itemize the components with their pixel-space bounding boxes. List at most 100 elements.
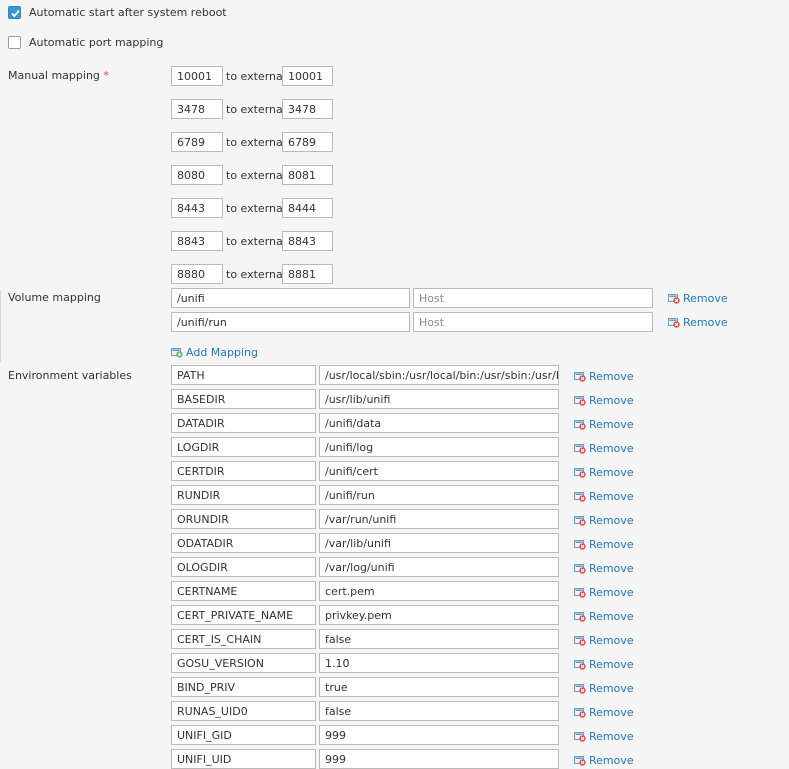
env-name-input[interactable]: LOGDIR: [171, 437, 316, 457]
env-name-input[interactable]: CERT_IS_CHAIN: [171, 629, 316, 649]
internal-port-input[interactable]: 8843: [171, 231, 223, 251]
remove-env-button[interactable]: Remove: [574, 418, 634, 431]
remove-env-button[interactable]: Remove: [574, 490, 634, 503]
remove-env-button[interactable]: Remove: [574, 538, 634, 551]
internal-port-input[interactable]: 8443: [171, 198, 223, 218]
env-value-input[interactable]: 999: [319, 749, 559, 769]
external-port-input[interactable]: 8444: [282, 198, 333, 218]
remove-env-button[interactable]: Remove: [574, 394, 634, 407]
remove-label: Remove: [589, 682, 634, 695]
remove-env-button[interactable]: Remove: [574, 370, 634, 383]
env-name-input[interactable]: CERT_PRIVATE_NAME: [171, 605, 316, 625]
remove-label: Remove: [589, 634, 634, 647]
remove-label: Remove: [589, 490, 634, 503]
remove-icon: [574, 467, 586, 478]
remove-env-button[interactable]: Remove: [574, 586, 634, 599]
remove-volume-button[interactable]: Remove: [668, 316, 728, 329]
auto-port-checkbox[interactable]: [8, 36, 21, 49]
env-name-input[interactable]: RUNAS_UID0: [171, 701, 316, 721]
auto-port-label: Automatic port mapping: [29, 36, 164, 49]
remove-env-button[interactable]: Remove: [574, 514, 634, 527]
env-name-input[interactable]: OLOGDIR: [171, 557, 316, 577]
env-name-input[interactable]: ODATADIR: [171, 533, 316, 553]
remove-env-button[interactable]: Remove: [574, 730, 634, 743]
remove-env-button[interactable]: Remove: [574, 610, 634, 623]
external-port-input[interactable]: 10001: [282, 66, 333, 86]
add-mapping-label: Add Mapping: [186, 346, 258, 359]
env-name-input[interactable]: CERTDIR: [171, 461, 316, 481]
remove-label: Remove: [683, 316, 728, 329]
env-name-input[interactable]: GOSU_VERSION: [171, 653, 316, 673]
remove-label: Remove: [589, 610, 634, 623]
env-value-input[interactable]: /usr/lib/unifi: [319, 389, 559, 409]
env-value-input[interactable]: /var/lib/unifi: [319, 533, 559, 553]
remove-env-button[interactable]: Remove: [574, 562, 634, 575]
section-divider: [0, 290, 1, 362]
env-value-input[interactable]: /unifi/cert: [319, 461, 559, 481]
env-value-input[interactable]: true: [319, 677, 559, 697]
remove-icon: [574, 683, 586, 694]
env-value-input[interactable]: /usr/local/sbin:/usr/local/bin:/usr/sbin…: [319, 365, 559, 385]
container-path-input[interactable]: /unifi/run: [171, 312, 410, 332]
add-mapping-link[interactable]: Add Mapping: [171, 346, 258, 359]
remove-env-button[interactable]: Remove: [574, 754, 634, 767]
env-value-input[interactable]: privkey.pem: [319, 605, 559, 625]
external-port-input[interactable]: 8881: [282, 264, 333, 284]
remove-icon: [574, 659, 586, 670]
to-external-label: to external: [226, 103, 286, 116]
remove-icon: [668, 317, 680, 328]
remove-env-button[interactable]: Remove: [574, 682, 634, 695]
remove-env-button[interactable]: Remove: [574, 634, 634, 647]
env-value-input[interactable]: cert.pem: [319, 581, 559, 601]
remove-label: Remove: [589, 730, 634, 743]
internal-port-input[interactable]: 6789: [171, 132, 223, 152]
external-port-input[interactable]: 8843: [282, 231, 333, 251]
env-name-input[interactable]: RUNDIR: [171, 485, 316, 505]
internal-port-input[interactable]: 10001: [171, 66, 223, 86]
env-value-input[interactable]: /unifi/data: [319, 413, 559, 433]
remove-label: Remove: [589, 370, 634, 383]
external-port-input[interactable]: 8081: [282, 165, 333, 185]
remove-icon: [574, 611, 586, 622]
remove-icon: [574, 539, 586, 550]
manual-mapping-label-text: Manual mapping: [8, 69, 100, 82]
to-external-label: to external: [226, 202, 286, 215]
env-name-input[interactable]: PATH: [171, 365, 316, 385]
env-value-input[interactable]: 1.10: [319, 653, 559, 673]
remove-icon: [574, 563, 586, 574]
host-path-input[interactable]: Host: [413, 288, 653, 308]
to-external-label: to external: [226, 169, 286, 182]
env-name-input[interactable]: DATADIR: [171, 413, 316, 433]
env-name-input[interactable]: BIND_PRIV: [171, 677, 316, 697]
env-value-input[interactable]: /unifi/log: [319, 437, 559, 457]
env-name-input[interactable]: UNIFI_UID: [171, 749, 316, 769]
env-value-input[interactable]: /var/log/unifi: [319, 557, 559, 577]
external-port-input[interactable]: 3478: [282, 99, 333, 119]
external-port-input[interactable]: 6789: [282, 132, 333, 152]
env-name-input[interactable]: ORUNDIR: [171, 509, 316, 529]
env-value-input[interactable]: false: [319, 701, 559, 721]
internal-port-input[interactable]: 8880: [171, 264, 223, 284]
environment-variables-label: Environment variables: [8, 369, 132, 382]
container-path-input[interactable]: /unifi: [171, 288, 410, 308]
env-value-input[interactable]: 999: [319, 725, 559, 745]
remove-label: Remove: [589, 514, 634, 527]
remove-env-button[interactable]: Remove: [574, 466, 634, 479]
env-name-input[interactable]: BASEDIR: [171, 389, 316, 409]
auto-start-checkbox[interactable]: [8, 6, 21, 19]
remove-env-button[interactable]: Remove: [574, 706, 634, 719]
env-value-input[interactable]: /unifi/run: [319, 485, 559, 505]
remove-volume-button[interactable]: Remove: [668, 292, 728, 305]
remove-icon: [574, 731, 586, 742]
env-value-input[interactable]: /var/run/unifi: [319, 509, 559, 529]
remove-env-button[interactable]: Remove: [574, 442, 634, 455]
to-external-label: to external: [226, 70, 286, 83]
env-value-input[interactable]: false: [319, 629, 559, 649]
env-name-input[interactable]: CERTNAME: [171, 581, 316, 601]
internal-port-input[interactable]: 8080: [171, 165, 223, 185]
remove-env-button[interactable]: Remove: [574, 658, 634, 671]
env-name-input[interactable]: UNIFI_GID: [171, 725, 316, 745]
remove-icon: [574, 491, 586, 502]
internal-port-input[interactable]: 3478: [171, 99, 223, 119]
host-path-input[interactable]: Host: [413, 312, 653, 332]
